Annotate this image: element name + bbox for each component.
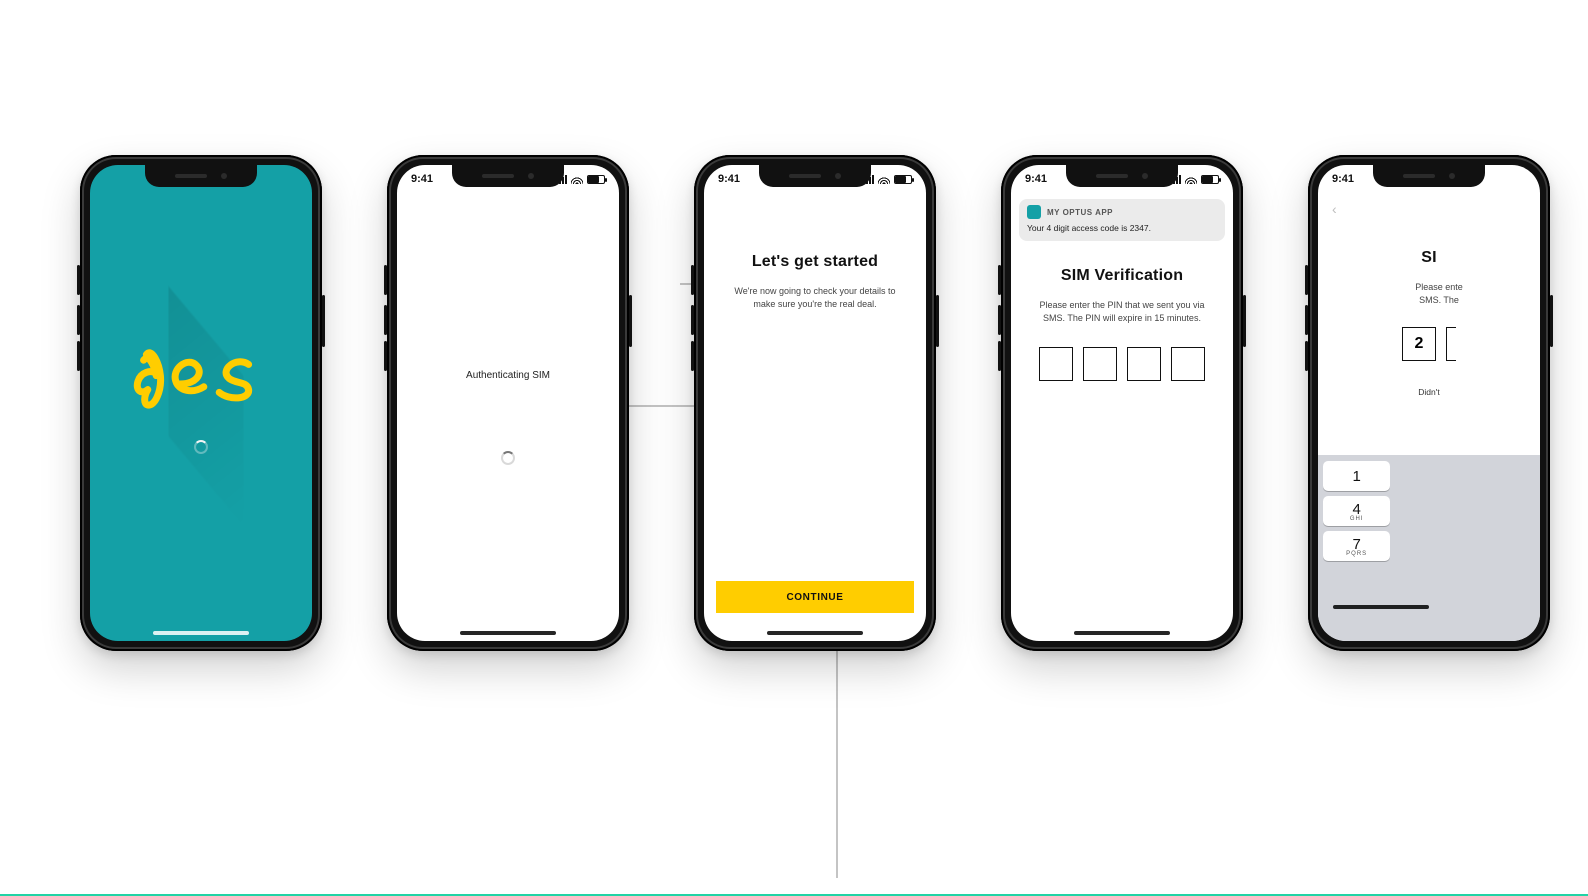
battery-icon: [1201, 175, 1219, 184]
phone-flow-row: 9:41 Authenticating SIM 9:41: [0, 0, 1588, 651]
splash-screen: [90, 165, 312, 641]
pin-input-group: 2: [1402, 327, 1456, 361]
device-notch: [1373, 165, 1485, 187]
wifi-icon: [878, 175, 890, 184]
phone-splash: [80, 155, 322, 651]
phone-sim-verification-entry: 9:41 ‹ SI Please ente SMS. The 2 Didn't …: [1308, 155, 1550, 651]
status-time: 9:41: [411, 173, 433, 185]
page-subtitle: We're now going to check your details to…: [704, 285, 926, 311]
numeric-keypad: 1 4GHI 7PQRS: [1318, 455, 1540, 641]
page-subtitle: Please ente SMS. The: [1389, 281, 1469, 307]
key-1[interactable]: 1: [1323, 461, 1390, 491]
resend-link[interactable]: Didn't: [1418, 387, 1439, 397]
notif-app-name: MY OPTUS APP: [1047, 208, 1113, 217]
status-time: 9:41: [1332, 173, 1354, 185]
phone-get-started: 9:41 Let's get started We're now going t…: [694, 155, 936, 651]
battery-icon: [587, 175, 605, 184]
pin-box-2[interactable]: [1446, 327, 1456, 361]
yes-logo: [131, 332, 271, 422]
pin-box-4[interactable]: [1171, 347, 1205, 381]
phone-authenticating: 9:41 Authenticating SIM: [387, 155, 629, 651]
home-indicator: [153, 631, 249, 635]
device-notch: [1066, 165, 1178, 187]
pin-box-3[interactable]: [1127, 347, 1161, 381]
auth-label: Authenticating SIM: [466, 370, 550, 381]
push-notification[interactable]: MY OPTUS APP Your 4 digit access code is…: [1019, 199, 1225, 241]
device-notch: [145, 165, 257, 187]
home-indicator: [1074, 631, 1170, 635]
continue-button[interactable]: CONTINUE: [716, 581, 914, 613]
wifi-icon: [571, 175, 583, 184]
page-title: SI: [1421, 249, 1437, 267]
wifi-icon: [1185, 175, 1197, 184]
notif-app-icon: [1027, 205, 1041, 219]
key-4[interactable]: 4GHI: [1323, 496, 1390, 526]
home-indicator: [460, 631, 556, 635]
status-time: 9:41: [718, 173, 740, 185]
status-time: 9:41: [1025, 173, 1047, 185]
notif-body: Your 4 digit access code is 2347.: [1027, 223, 1217, 233]
home-indicator: [1333, 605, 1429, 609]
pin-box-2[interactable]: [1083, 347, 1117, 381]
home-indicator: [767, 631, 863, 635]
key-7[interactable]: 7PQRS: [1323, 531, 1390, 561]
phone-sim-verification: 9:41 MY OPTUS APP Your 4 digit access co…: [1001, 155, 1243, 651]
loading-spinner: [501, 451, 515, 465]
page-title: SIM Verification: [1061, 267, 1183, 285]
pin-input-group: [1039, 347, 1205, 381]
device-notch: [759, 165, 871, 187]
page-title: Let's get started: [752, 253, 878, 271]
pin-box-1[interactable]: [1039, 347, 1073, 381]
pin-box-1[interactable]: 2: [1402, 327, 1436, 361]
battery-icon: [894, 175, 912, 184]
page-subtitle: Please enter the PIN that we sent you vi…: [1011, 299, 1233, 325]
device-notch: [452, 165, 564, 187]
